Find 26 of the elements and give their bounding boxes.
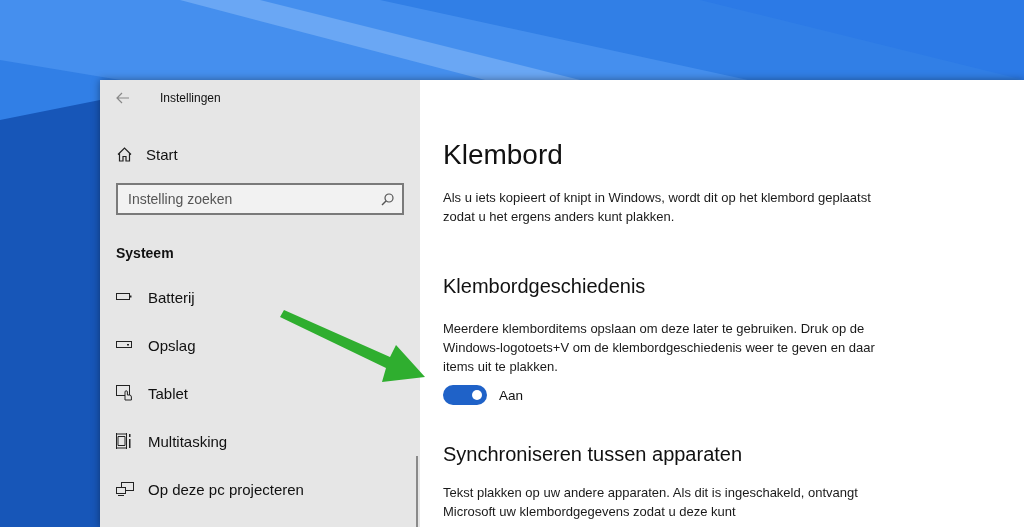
back-arrow-icon[interactable]	[116, 92, 130, 104]
description-text: Meerdere klemborditems opslaan om deze later te gebruiken. Druk op de Windows-logotoets+V om de klembordgeschiedenis weer te geven en daar items uit te plakken.	[443, 320, 876, 376]
tablet-icon	[116, 385, 133, 401]
toggle-label: Aan	[499, 387, 524, 403]
sidebar-item[interactable]: Op deze pc projecteren	[100, 465, 420, 513]
sidebar-item[interactable]: Batterij	[100, 273, 420, 321]
section-heading: Synchroniseren tussen apparaten	[443, 442, 744, 467]
sidebar-item[interactable]: Multitasking	[100, 417, 420, 465]
intro-text: Als u iets kopieert of knipt in Windows, wordt dit op het klembord geplaatst zodat u het ergens anders kunt plakken.	[443, 189, 872, 226]
battery-icon	[116, 292, 132, 302]
sidebar-item[interactable]: Tablet	[100, 369, 420, 417]
home-item[interactable]: Start	[117, 146, 420, 163]
toggle-switch[interactable]	[443, 385, 487, 405]
drive-icon	[116, 341, 132, 349]
search-icon	[381, 193, 394, 206]
section-heading: Klembordgeschiedenis	[443, 274, 647, 299]
projector-screens-icon	[116, 482, 134, 496]
page-title: Klembord	[443, 138, 564, 172]
scrollbar[interactable]	[416, 456, 418, 527]
section-heading: Systeem	[116, 245, 175, 261]
multitasking-icon	[116, 433, 132, 449]
home-icon	[117, 147, 132, 162]
search-field[interactable]: Instelling zoeken	[116, 183, 404, 215]
description-text: Tekst plakken op uw andere apparaten. Als dit is ingeschakeld, ontvangt Microsoft uw klembordgegevens zodat u deze kunt	[443, 484, 859, 521]
sidebar-item[interactable]: Opslag	[100, 321, 420, 369]
window-title: Instellingen	[160, 91, 221, 105]
